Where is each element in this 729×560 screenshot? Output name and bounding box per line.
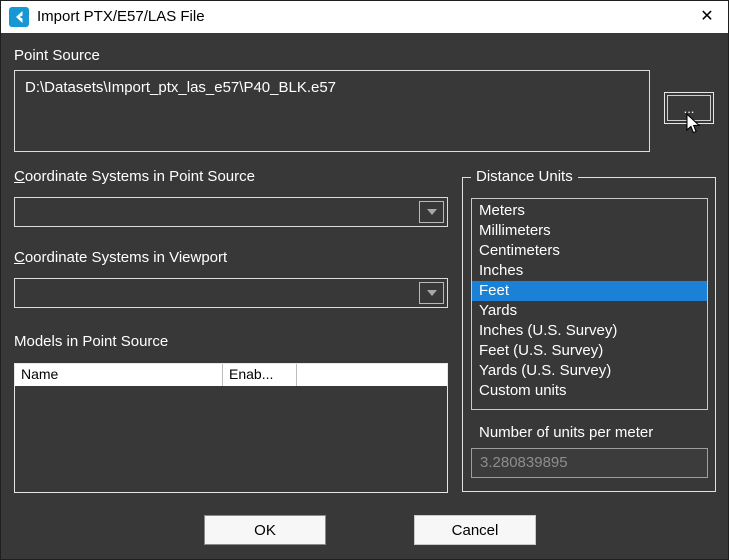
distance-units-group: Distance Units Meters Millimeters Centim… bbox=[462, 177, 716, 492]
coord-point-source-combobox[interactable] bbox=[14, 197, 448, 227]
list-item[interactable]: Feet (U.S. Survey) bbox=[472, 341, 707, 361]
coord-viewport-dropdown-button[interactable] bbox=[419, 282, 444, 304]
point-source-label: Point Source bbox=[14, 47, 100, 64]
distance-units-label: Distance Units bbox=[471, 168, 578, 185]
list-item[interactable]: Inches (U.S. Survey) bbox=[472, 321, 707, 341]
models-column-name[interactable]: Name bbox=[15, 364, 223, 386]
coord-viewport-label: Coordinate Systems in Viewport bbox=[14, 249, 227, 266]
title-bar: Import PTX/E57/LAS File ✕ bbox=[0, 0, 729, 33]
list-item[interactable]: Yards bbox=[472, 301, 707, 321]
coord-point-source-dropdown-button[interactable] bbox=[419, 201, 444, 223]
window-title: Import PTX/E57/LAS File bbox=[37, 8, 205, 25]
list-item[interactable]: Yards (U.S. Survey) bbox=[472, 361, 707, 381]
distance-units-listbox[interactable]: Meters Millimeters Centimeters Inches Fe… bbox=[471, 198, 708, 410]
models-list[interactable]: Name Enab... bbox=[14, 363, 448, 493]
list-item[interactable]: Centimeters bbox=[472, 241, 707, 261]
close-icon[interactable]: ✕ bbox=[696, 6, 718, 28]
browse-button-focus-ring: ... bbox=[664, 92, 714, 124]
ok-button[interactable]: OK bbox=[204, 515, 326, 545]
list-item[interactable]: Millimeters bbox=[472, 221, 707, 241]
units-per-meter-field: 3.280839895 bbox=[471, 448, 708, 478]
models-label: Models in Point Source bbox=[14, 333, 168, 350]
list-item[interactable]: Meters bbox=[472, 201, 707, 221]
units-per-meter-label: Number of units per meter bbox=[479, 424, 653, 441]
coord-viewport-combobox[interactable] bbox=[14, 278, 448, 308]
app-icon bbox=[9, 7, 29, 27]
point-source-path-field[interactable]: D:\Datasets\Import_ptx_las_e57\P40_BLK.e… bbox=[14, 70, 650, 152]
list-item[interactable]: Inches bbox=[472, 261, 707, 281]
list-item-selected[interactable]: Feet bbox=[472, 281, 707, 301]
list-item[interactable]: Custom units bbox=[472, 381, 707, 401]
browse-button[interactable]: ... bbox=[667, 95, 711, 121]
chevron-down-icon bbox=[427, 290, 437, 296]
chevron-down-icon bbox=[427, 209, 437, 215]
cancel-button[interactable]: Cancel bbox=[414, 515, 536, 545]
coord-point-source-label: Coordinate Systems in Point Source bbox=[14, 168, 255, 185]
models-column-spacer bbox=[297, 364, 447, 386]
models-list-header: Name Enab... bbox=[15, 364, 447, 386]
models-column-enabled[interactable]: Enab... bbox=[223, 364, 297, 386]
